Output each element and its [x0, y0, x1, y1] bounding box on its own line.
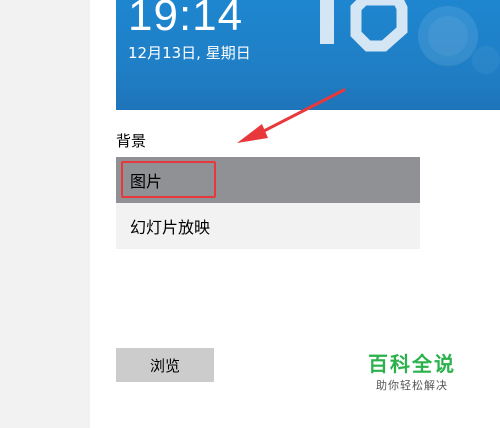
settings-left-pane: [0, 0, 90, 428]
background-dropdown-list: 图片 幻灯片放映: [116, 157, 420, 249]
dropdown-option-picture[interactable]: 图片: [116, 157, 420, 203]
watermark-title: 百科全说: [368, 352, 456, 376]
browse-button[interactable]: 浏览: [116, 348, 214, 382]
dropdown-option-label: 幻灯片放映: [130, 218, 211, 237]
background-section-label: 背景: [116, 132, 147, 150]
watermark-subtitle: 助你轻松解决: [376, 379, 448, 392]
lock-screen-preview: 19:14 12月13日, 星期日: [116, 0, 500, 110]
baike-watermark: 百科全说 助你轻松解决: [364, 354, 460, 391]
preview-date: 12月13日, 星期日: [128, 44, 251, 62]
personalization-lock-screen: 19:14 12月13日, 星期日 背景 图片 幻灯片放映 浏览 百科全说 助你…: [0, 0, 500, 428]
annotation-highlight-box: [121, 161, 216, 198]
preview-time: 19:14: [128, 0, 244, 40]
dropdown-option-slideshow[interactable]: 幻灯片放映: [116, 203, 420, 249]
